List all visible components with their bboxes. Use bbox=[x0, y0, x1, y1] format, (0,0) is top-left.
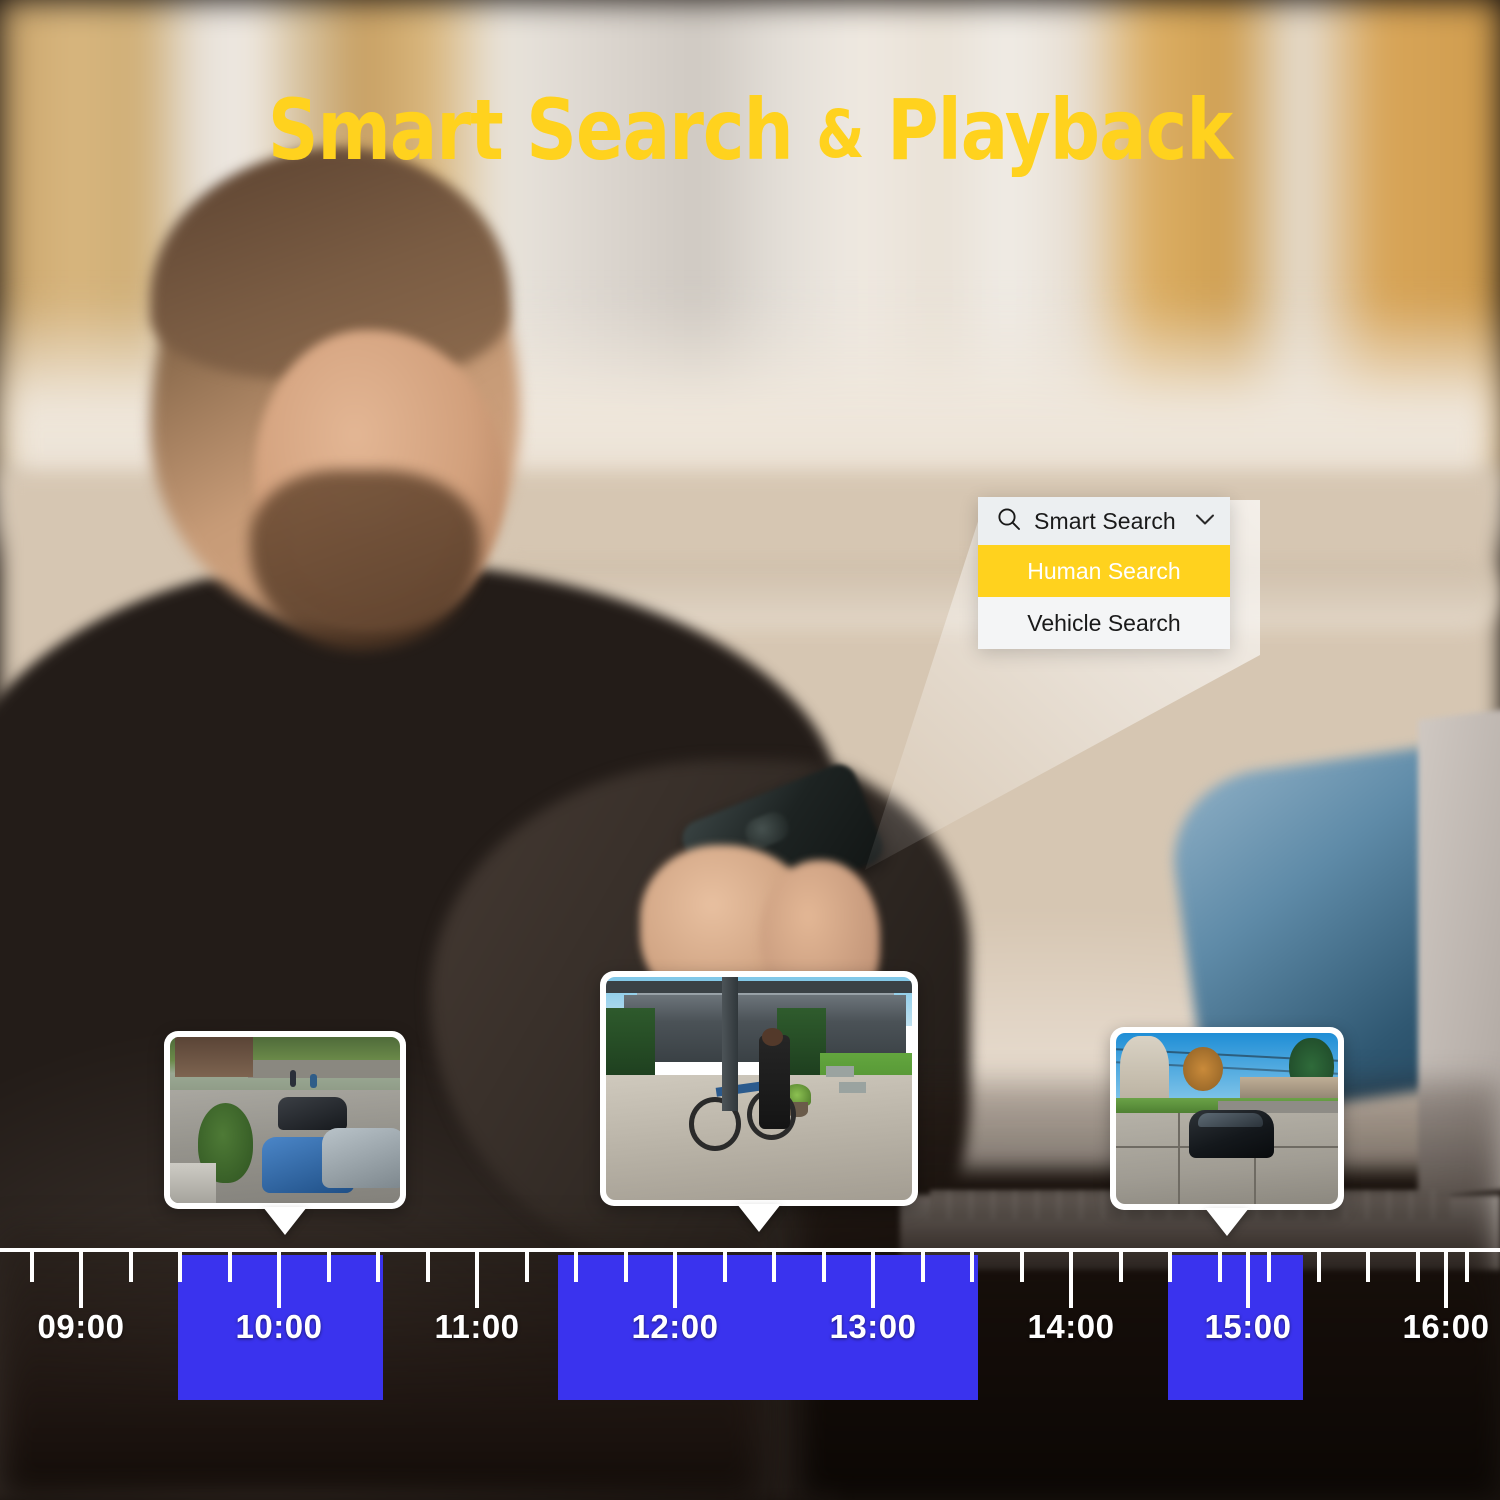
timeline-hour-label: 11:00 bbox=[434, 1308, 520, 1345]
timeline-hour-label: 12:00 bbox=[631, 1308, 719, 1345]
chevron-down-icon[interactable] bbox=[1192, 506, 1218, 537]
timeline-tick-minor bbox=[772, 1248, 776, 1282]
timeline-hour-label: 09:00 bbox=[37, 1308, 125, 1345]
menu-item-vehicle-search-label: Vehicle Search bbox=[1027, 609, 1181, 636]
timeline-tick-hour bbox=[1444, 1248, 1448, 1308]
timeline-tick-hour bbox=[871, 1248, 875, 1308]
thumbnail-pointer-1 bbox=[263, 1207, 307, 1235]
timeline-tick-minor bbox=[970, 1248, 974, 1282]
smart-search-dropdown-header[interactable]: Smart Search bbox=[978, 497, 1230, 545]
menu-item-human-search-label: Human Search bbox=[1027, 557, 1181, 584]
playback-timeline[interactable]: 09:00 10:00 11:00 12:00 13:00 14:00 15:00 16:00 bbox=[0, 1248, 1500, 1500]
timeline-tick-minor bbox=[129, 1248, 133, 1282]
timeline-tick-minor bbox=[228, 1248, 232, 1282]
thumbnail-pointer-2 bbox=[737, 1204, 781, 1232]
title-ampersand: & bbox=[816, 96, 864, 173]
timeline-tick-minor bbox=[178, 1248, 182, 1282]
timeline-tick-hour bbox=[475, 1248, 479, 1308]
timeline-tick-minor bbox=[1317, 1248, 1321, 1282]
timeline-tick-minor bbox=[1366, 1248, 1370, 1282]
timeline-ruler bbox=[0, 1248, 1500, 1308]
timeline-tick-minor bbox=[574, 1248, 578, 1282]
title-part-2: Playback bbox=[887, 81, 1233, 179]
timeline-tick-minor bbox=[1168, 1248, 1172, 1282]
menu-item-human-search[interactable]: Human Search bbox=[978, 545, 1230, 597]
timeline-tick-minor bbox=[1020, 1248, 1024, 1282]
menu-item-vehicle-search[interactable]: Vehicle Search bbox=[978, 597, 1230, 649]
timeline-tick-minor bbox=[1119, 1248, 1123, 1282]
timeline-hour-label: 14:00 bbox=[1027, 1308, 1115, 1345]
timeline-tick-minor bbox=[30, 1248, 34, 1282]
timeline-hour-label: 15:00 bbox=[1204, 1308, 1292, 1345]
timeline-tick-minor bbox=[624, 1248, 628, 1282]
timeline-tick-minor bbox=[426, 1248, 430, 1282]
title-part-1: Smart Search bbox=[267, 81, 794, 179]
timeline-tick-minor bbox=[822, 1248, 826, 1282]
timeline-hour-label: 13:00 bbox=[829, 1308, 917, 1345]
timeline-tick-minor bbox=[1267, 1248, 1271, 1282]
timeline-thumbnail-2[interactable] bbox=[600, 971, 918, 1232]
snapshot-person-with-bicycle bbox=[606, 977, 912, 1200]
timeline-tick-minor bbox=[723, 1248, 727, 1282]
timeline-thumbnail-3[interactable] bbox=[1110, 1027, 1344, 1236]
timeline-tick-minor bbox=[1465, 1248, 1469, 1282]
timeline-tick-hour bbox=[1069, 1248, 1073, 1308]
timeline-tick-minor bbox=[327, 1248, 331, 1282]
snapshot-driveway-parked-cars bbox=[170, 1037, 400, 1203]
timeline-thumbnail-1[interactable] bbox=[164, 1031, 406, 1235]
timeline-tick-minor bbox=[525, 1248, 529, 1282]
timeline-hour-label: 10:00 bbox=[235, 1308, 323, 1345]
snapshot-black-suv-driveway bbox=[1116, 1033, 1338, 1204]
timeline-tick-hour bbox=[79, 1248, 83, 1308]
page-title: Smart Search & Playback bbox=[53, 88, 1448, 172]
timeline-tick-minor bbox=[1416, 1248, 1420, 1282]
timeline-tick-hour bbox=[673, 1248, 677, 1308]
timeline-tick-hour bbox=[277, 1248, 281, 1308]
timeline-tick-hour bbox=[1246, 1248, 1250, 1308]
timeline-tick-minor bbox=[1218, 1248, 1222, 1282]
timeline-axis bbox=[0, 1248, 1500, 1252]
search-icon bbox=[996, 506, 1022, 537]
timeline-tick-minor bbox=[921, 1248, 925, 1282]
thumbnail-pointer-3 bbox=[1205, 1208, 1249, 1236]
smart-search-dropdown[interactable]: Smart Search Human Search Vehicle Search bbox=[978, 497, 1230, 649]
promo-banner: Smart Search & Playback Smart Search Hum… bbox=[0, 0, 1500, 1500]
timeline-hour-label: 16:00 bbox=[1402, 1308, 1490, 1345]
dropdown-selected-label: Smart Search bbox=[1034, 507, 1176, 534]
timeline-tick-minor bbox=[376, 1248, 380, 1282]
